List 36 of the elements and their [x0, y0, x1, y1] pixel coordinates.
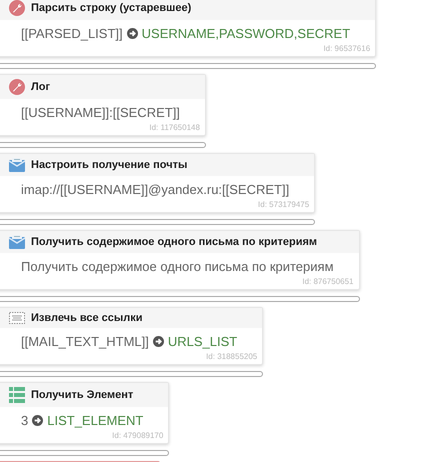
- block-id: Id: 117650148: [149, 123, 200, 132]
- block-title: Парсить строку (устаревшее): [31, 2, 192, 14]
- envelope-icon: [9, 235, 25, 249]
- list-icon: [9, 387, 25, 403]
- block-id: Id: 479089170: [112, 431, 164, 440]
- block-id: Id: 96537616: [323, 44, 370, 53]
- block-card[interactable]: Получить Элемент 3 LIST_ELEMENT Id: 479089170: [0, 382, 170, 444]
- text-file-icon: [9, 312, 25, 324]
- block-description: imap://[[USERNAME]]@yandex.ru:[[SECRET]]: [21, 182, 290, 197]
- output-variable: URLS_LIST: [168, 334, 238, 349]
- envelope-icon: [9, 158, 25, 172]
- output-variable: LIST_ELEMENT: [47, 413, 144, 428]
- block-card[interactable]: Настроить получение почты imap://[[USERNAME]]@yandex.ru:[[SECRET]] Id: 573179475: [0, 153, 316, 213]
- wrench-icon: [9, 0, 25, 16]
- input-variable: [[PARSED_LIST]]: [21, 26, 123, 41]
- block-card[interactable]: Получить содержимое одного письма по критериям Получить содержимое одного письма по критериям Id: 876750651: [0, 230, 360, 290]
- block-description: [[USERNAME]]:[[SECRET]]: [21, 105, 180, 120]
- arrow-icon: [126, 28, 138, 39]
- block-id: Id: 318855205: [206, 352, 258, 361]
- block-title: Лог: [31, 81, 50, 93]
- block-card[interactable]: Парсить строку (устаревшее) [[PARSED_LIST]] USERNAME,PASSWORD,SECRET Id: 96537616: [0, 0, 376, 57]
- arrow-icon: [32, 415, 44, 426]
- block-card[interactable]: Извлечь все ссылки [[MAIL_TEXT_HTML]] URLS_LIST Id: 318855205: [0, 307, 264, 365]
- input-variable: [[MAIL_TEXT_HTML]]: [21, 334, 149, 349]
- block-title: Получить Элемент: [31, 389, 134, 401]
- block-description: Получить содержимое одного письма по критериям: [21, 259, 334, 274]
- block-id: Id: 573179475: [258, 200, 310, 209]
- block-title: Настроить получение почты: [31, 159, 188, 171]
- output-variable: USERNAME,PASSWORD,SECRET: [142, 26, 350, 41]
- block-title: Извлечь все ссылки: [31, 312, 143, 324]
- block-card[interactable]: Лог [[USERNAME]]:[[SECRET]] Id: 117650148: [0, 74, 206, 136]
- arrow-icon: [152, 336, 164, 347]
- input-variable: 3: [21, 413, 28, 428]
- wrench-icon: [9, 79, 25, 95]
- block-id: Id: 876750651: [302, 277, 354, 286]
- block-title: Получить содержимое одного письма по критериям: [31, 236, 318, 248]
